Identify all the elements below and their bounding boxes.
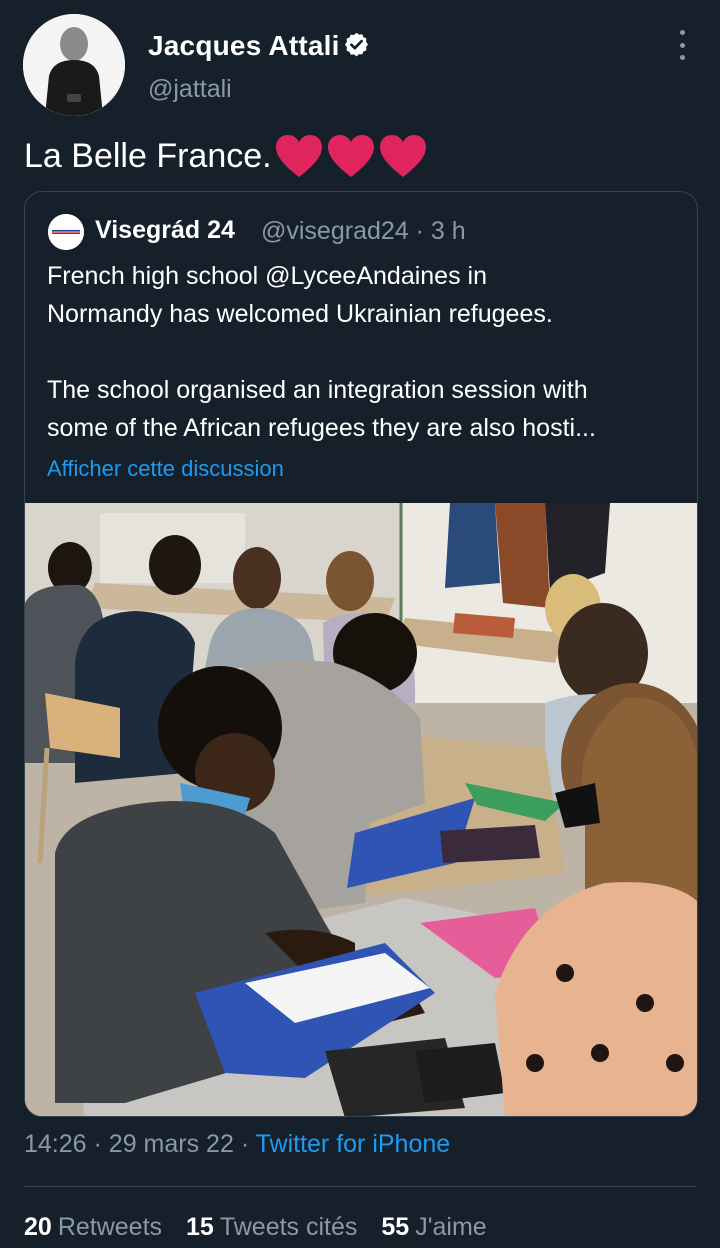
author-avatar[interactable] <box>23 14 125 116</box>
likes-label: J'aime <box>415 1213 487 1241</box>
show-thread-link[interactable]: Afficher cette discussion <box>47 456 284 482</box>
quoted-time: 3 h <box>430 217 466 245</box>
divider <box>24 1186 696 1187</box>
tweet-date[interactable]: 29 mars 22 <box>109 1130 234 1158</box>
quoted-author-meta: @visegrad24 · 3 h <box>261 217 466 246</box>
tweet-timestamp: 14:26 · 29 mars 22 · Twitter for iPhone <box>24 1130 450 1159</box>
quoted-time-separator: · <box>415 217 424 245</box>
tweet-time[interactable]: 14:26 <box>24 1130 87 1158</box>
avatar-photo-icon <box>23 14 125 116</box>
red-heart-icon <box>275 135 322 177</box>
classroom-photo-image <box>25 503 697 1116</box>
likes-count: 55 <box>381 1213 410 1241</box>
heart-emoji-group <box>274 133 430 179</box>
tweet-text: La Belle France. <box>24 133 430 179</box>
quoted-author-avatar[interactable] <box>48 214 84 250</box>
retweets-count: 20 <box>24 1213 52 1241</box>
likes-stat[interactable]: 55 J'aime <box>381 1213 486 1242</box>
author-name[interactable]: Jacques Attali <box>148 30 340 62</box>
quote-tweets-stat[interactable]: 15 Tweets cités <box>186 1213 357 1242</box>
red-heart-icon <box>379 135 426 177</box>
tweet-detail: Jacques Attali @jattali La Belle France.… <box>0 0 720 1248</box>
quoted-author-name[interactable]: Visegrád 24 <box>95 216 235 245</box>
retweets-stat[interactable]: 20 Retweets <box>24 1213 162 1242</box>
author-handle[interactable]: @jattali <box>148 75 232 104</box>
tweet-text-content: La Belle France. <box>24 136 272 175</box>
tweet-source-link[interactable]: Twitter for iPhone <box>256 1130 451 1158</box>
more-options-icon[interactable] <box>668 30 696 60</box>
visegrad-logo-icon <box>48 214 84 250</box>
quoted-tweet-text: French high school @LyceeAndaines in Nor… <box>47 262 596 442</box>
verified-badge-icon <box>345 32 368 57</box>
red-heart-icon <box>327 135 374 177</box>
timestamp-separator: · <box>240 1130 250 1158</box>
engagement-stats: 20 Retweets 15 Tweets cités 55 J'aime <box>24 1213 511 1242</box>
quote-tweets-count: 15 <box>186 1213 214 1241</box>
quoted-tweet-photo[interactable] <box>25 503 697 1116</box>
quoted-tweet-card[interactable]: Visegrád 24 @visegrad24 · 3 h French hig… <box>24 191 698 1117</box>
quoted-author-handle: @visegrad24 <box>261 217 409 245</box>
timestamp-separator: · <box>93 1130 102 1158</box>
quote-tweets-label: Tweets cités <box>219 1213 358 1241</box>
retweets-label: Retweets <box>57 1213 163 1241</box>
